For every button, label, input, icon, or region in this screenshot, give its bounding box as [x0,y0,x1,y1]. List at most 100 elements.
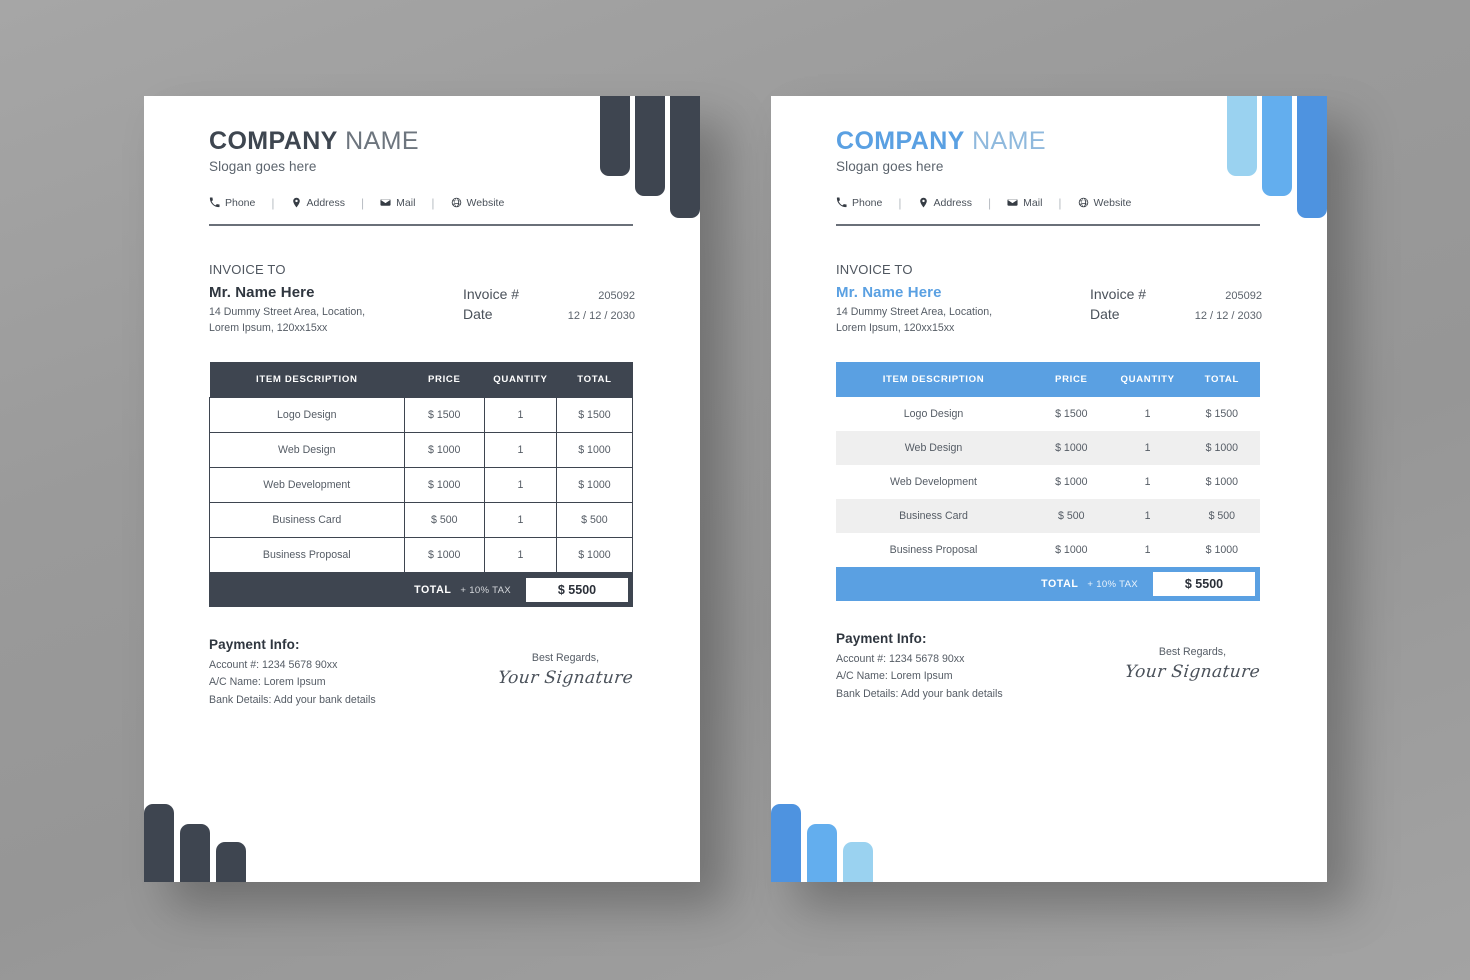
contact-label: Mail [1023,196,1043,209]
invoice-detail-key: Invoice # [463,285,520,302]
invoice-items-table: ITEM DESCRIPTION PRICE QUANTITY TOTAL Logo D… [836,362,1260,568]
invoice-details-block: Invoice # 205092 Date 12 / 12 / 2030 [1090,284,1262,326]
invoice-detail-value: 12 / 12 / 2030 [1194,310,1262,323]
table-cell-quantity: 1 [483,502,557,539]
contact-row: Phone | Address | Mail | Website [209,196,700,210]
payment-bank-details: Bank Details: Add your bank details [209,693,376,706]
company-name-light: NAME [345,127,419,155]
table-column-header: TOTAL [577,374,612,386]
canvas: COMPANY NAME Slogan goes here Phone | Addres… [0,0,1470,980]
signature-name: Your Signature [1123,662,1262,683]
company-name-light: NAME [972,127,1046,155]
bottom-bar-2 [180,824,210,882]
globe-icon [1078,197,1089,208]
contact-item-address[interactable]: Address [918,196,973,209]
grand-total-amount: $ 5500 [1152,571,1256,598]
invoice-detail-row: Date 12 / 12 / 2030 [463,304,635,325]
table-column-header: TOTAL [1204,374,1239,386]
table-row: Business Proposal $ 1000 1 $ 1000 [836,533,1260,568]
globe-icon [451,197,462,208]
invoice-detail-row: Invoice # 205092 [1090,284,1262,305]
table-cell-total: $ 1000 [1205,442,1239,455]
table-cell-price: $ 1500 [403,397,485,434]
table-cell-price: $ 1000 [403,467,485,504]
table-row: Logo Design $ 1500 1 $ 1500 [836,397,1260,432]
invoice-sheet-dark: COMPANY NAME Slogan goes here Phone | Addres… [144,96,700,882]
client-address-line1: 14 Dummy Street Area, Location, [836,305,993,318]
contact-item-website[interactable]: Website [1078,196,1132,209]
contact-separator: | [988,195,992,210]
header-divider [836,223,1260,226]
table-body: Logo Design $ 1500 1 $ 1500 Web Design $ 1000… [836,397,1260,568]
table-cell-description: Business Card [209,502,405,539]
invoice-meta-section: INVOICE TO Mr. Name Here 14 Dummy Street A… [209,262,635,337]
contact-label: Address [933,196,973,209]
table-cell-description: Web Development [209,467,405,504]
invoice-sheet-blue: COMPANY NAME Slogan goes here Phone | Addres… [771,96,1327,882]
table-cell-total: $ 1000 [555,432,634,469]
contact-item-phone[interactable]: Phone [209,197,255,209]
payment-info-title: Payment Info: [209,637,300,653]
best-regards-label: Best Regards, [531,652,600,665]
phone-icon [209,197,220,208]
contact-label: Phone [225,196,256,209]
payment-info-title: Payment Info: [836,631,927,647]
table-row: Business Card $ 500 1 $ 500 [209,502,634,539]
bottom-bar-3 [843,842,873,882]
table-head-row: ITEM DESCRIPTION PRICE QUANTITY TOTAL [209,362,633,398]
invoice-detail-value: 205092 [598,289,635,302]
table-column-header: QUANTITY [1120,374,1175,386]
best-regards-label: Best Regards, [1158,646,1227,659]
bottom-bar-2 [807,824,837,882]
invoice-total-row: TOTAL + 10% TAX $ 5500 [209,573,633,608]
invoice-detail-key: Date [1090,306,1120,323]
table-cell-quantity: 1 [483,397,557,434]
phone-icon [836,197,847,208]
table-body: Logo Design $ 1500 1 $ 1500 Web Design $ 1000… [209,397,634,574]
contact-label: Website [1093,196,1132,209]
company-name-strong: COMPANY [209,127,338,155]
contact-item-phone[interactable]: Phone [836,197,882,209]
table-cell-price: $ 1000 [403,537,485,574]
signature-block: Best Regards, Your Signature [497,637,634,688]
contact-item-mail[interactable]: Mail [1007,197,1042,209]
contact-separator: | [431,195,435,210]
table-row: Logo Design $ 1500 1 $ 1500 [209,397,634,434]
invoice-items-table: ITEM DESCRIPTION PRICE QUANTITY TOTAL Logo D… [209,362,634,574]
table-cell-total: $ 1000 [1205,476,1239,489]
bottom-bar-1 [144,804,174,882]
table-row: Business Card $ 500 1 $ 500 [836,499,1260,534]
invoice-details-block: Invoice # 205092 Date 12 / 12 / 2030 [463,284,635,326]
invoice-detail-value: 12 / 12 / 2030 [567,310,635,323]
table-cell-description: Business Proposal [209,537,405,574]
payment-account: Account #: 1234 5678 90xx [209,659,338,672]
contact-item-website[interactable]: Website [451,197,504,209]
client-address-line2: Lorem Ipsum, 120xx15xx [209,321,328,334]
table-cell-price: $ 500 [1058,510,1085,523]
contact-separator: | [361,195,365,210]
invoice-total-row: TOTAL + 10% TAX $ 5500 [836,567,1260,602]
invoice-to-block: INVOICE TO Mr. Name Here 14 Dummy Street A… [209,262,365,337]
table-cell-total: $ 1000 [555,467,634,504]
table-row: Web Development $ 1000 1 $ 1000 [209,467,634,504]
table-cell-quantity: 1 [1144,442,1151,455]
table-cell-total: $ 1000 [1205,544,1239,557]
bottom-bar-3 [216,842,246,882]
tax-label: + 10% TAX [460,584,511,596]
company-slogan: Slogan goes here [836,158,944,174]
client-address: 14 Dummy Street Area, Location, Lorem Ips… [836,304,992,337]
table-cell-quantity: 1 [483,537,557,574]
invoice-header: COMPANY NAME Slogan goes here Phone | Addres… [144,96,700,226]
invoice-to-label: INVOICE TO [209,261,286,277]
contact-item-address[interactable]: Address [291,197,345,209]
table-cell-description: Web Design [209,432,405,469]
table-cell-description: Logo Design [209,397,405,434]
invoice-detail-key: Date [463,306,493,323]
payment-ac-name: A/C Name: Lorem Ipsum [209,676,326,689]
invoice-detail-value: 205092 [1225,289,1262,302]
invoice-body: INVOICE TO Mr. Name Here 14 Dummy Street A… [144,262,700,709]
contact-item-mail[interactable]: Mail [380,197,415,209]
table-cell-price: $ 500 [403,502,485,539]
table-head: ITEM DESCRIPTION PRICE QUANTITY TOTAL [209,362,633,398]
contact-separator: | [1058,195,1062,210]
